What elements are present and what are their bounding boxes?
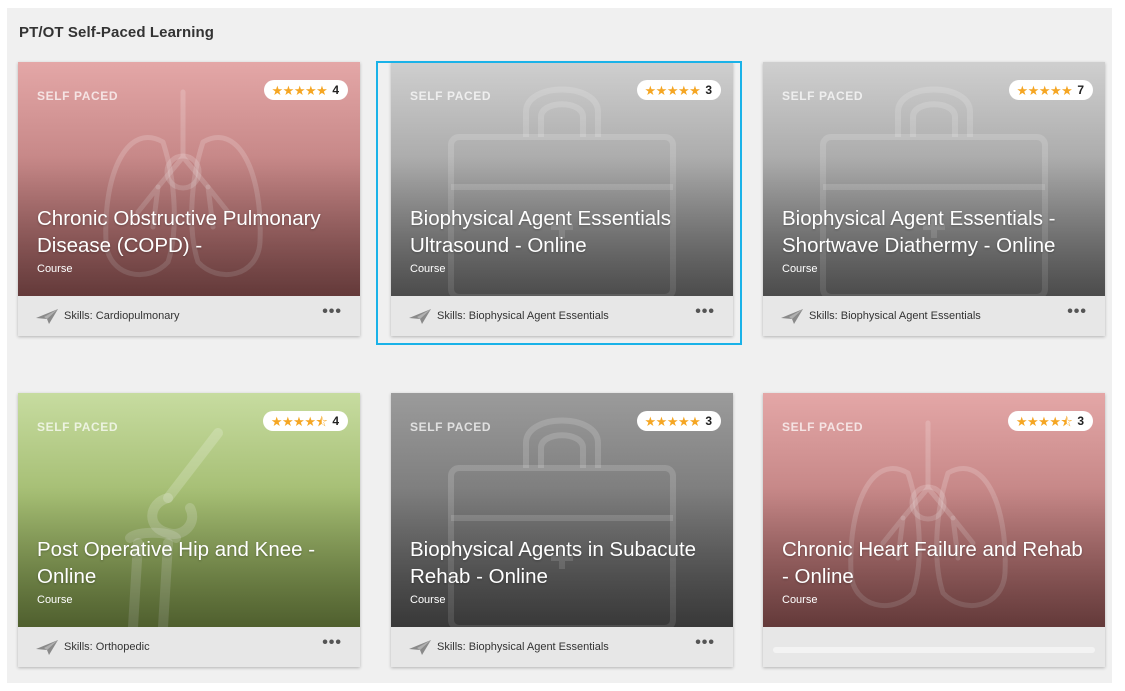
more-options-button[interactable]: ••• [695,635,715,651]
rating-pill: ★★★★★ 3 [636,411,721,431]
star-rating-icon: ★★★★★ [1016,82,1073,98]
course-card-subacute-rehab[interactable]: SELF PACED ★★★★★ 3 Biophysical Agents in… [391,393,733,667]
paper-plane-icon [781,309,803,324]
more-options-button[interactable]: ••• [1067,304,1087,320]
paper-plane-icon [36,640,58,655]
more-options-button[interactable]: ••• [322,635,342,651]
rating-pill: ★★★★★ 4 [263,80,348,100]
rating-count: 4 [332,83,339,97]
course-title[interactable]: Chronic Heart Failure and Rehab - Online [782,536,1092,590]
course-type: Course [37,263,73,275]
rating-count: 4 [332,414,339,428]
paper-plane-icon [409,309,431,324]
star-rating-icon: ★★★★⯪ [270,413,328,429]
loading-placeholder-bar [773,647,1095,653]
course-type: Course [410,263,446,275]
card-footer: Skills: Orthopedic ••• [18,627,360,667]
rating-pill: ★★★★⯪ 4 [262,411,348,431]
course-title[interactable]: Biophysical Agents in Subacute Rehab - O… [410,536,720,590]
rating-count: 3 [1077,414,1084,428]
more-options-button[interactable]: ••• [322,304,342,320]
rating-pill: ★★★★★ 7 [1008,80,1093,100]
star-rating-icon: ★★★★★ [644,413,701,429]
rating-count: 3 [705,414,712,428]
card-footer: Skills: Biophysical Agent Essentials ••• [391,296,733,336]
self-paced-badge: SELF PACED [410,420,492,434]
self-paced-badge: SELF PACED [410,89,492,103]
paper-plane-icon [36,309,58,324]
course-title[interactable]: Post Operative Hip and Knee - Online [37,536,347,590]
rating-count: 7 [1077,83,1084,97]
course-title[interactable]: Biophysical Agent Essentials - Shortwave… [782,205,1092,259]
course-type: Course [782,594,818,606]
course-title[interactable]: Biophysical Agent Essentials Ultrasound … [410,205,720,259]
card-footer [763,627,1105,667]
self-paced-badge: SELF PACED [37,420,119,434]
paper-plane-icon [409,640,431,655]
course-card-heart-failure[interactable]: SELF PACED ★★★★⯪ 3 Chronic Heart Failure… [763,393,1105,667]
course-title[interactable]: Chronic Obstructive Pulmonary Disease (C… [37,205,347,259]
course-card-hip-knee[interactable]: SELF PACED ★★★★⯪ 4 Post Operative Hip an… [18,393,360,667]
self-paced-badge: SELF PACED [37,89,119,103]
more-options-button[interactable]: ••• [695,304,715,320]
star-rating-icon: ★★★★★ [271,82,328,98]
self-paced-badge: SELF PACED [782,89,864,103]
rating-pill: ★★★★★ 3 [636,80,721,100]
course-type: Course [410,594,446,606]
rating-pill: ★★★★⯪ 3 [1007,411,1093,431]
course-type: Course [37,594,73,606]
star-rating-icon: ★★★★⯪ [1015,413,1073,429]
star-rating-icon: ★★★★★ [644,82,701,98]
course-card-shortwave-diathermy[interactable]: SELF PACED ★★★★★ 7 Biophysical Agent Ess… [763,62,1105,336]
section-title: PT/OT Self-Paced Learning [19,24,215,41]
skills-label: Skills: Cardiopulmonary [64,310,180,322]
course-card-copd[interactable]: SELF PACED ★★★★★ 4 Chronic Obstructive P… [18,62,360,336]
course-type: Course [782,263,818,275]
course-card-ultrasound[interactable]: SELF PACED ★★★★★ 3 Biophysical Agent Ess… [391,62,733,336]
rating-count: 3 [705,83,712,97]
card-footer: Skills: Biophysical Agent Essentials ••• [391,627,733,667]
self-paced-badge: SELF PACED [782,420,864,434]
skills-label: Skills: Biophysical Agent Essentials [437,310,609,322]
card-footer: Skills: Biophysical Agent Essentials ••• [763,296,1105,336]
skills-label: Skills: Biophysical Agent Essentials [809,310,981,322]
skills-label: Skills: Biophysical Agent Essentials [437,641,609,653]
card-footer: Skills: Cardiopulmonary ••• [18,296,360,336]
skills-label: Skills: Orthopedic [64,641,150,653]
